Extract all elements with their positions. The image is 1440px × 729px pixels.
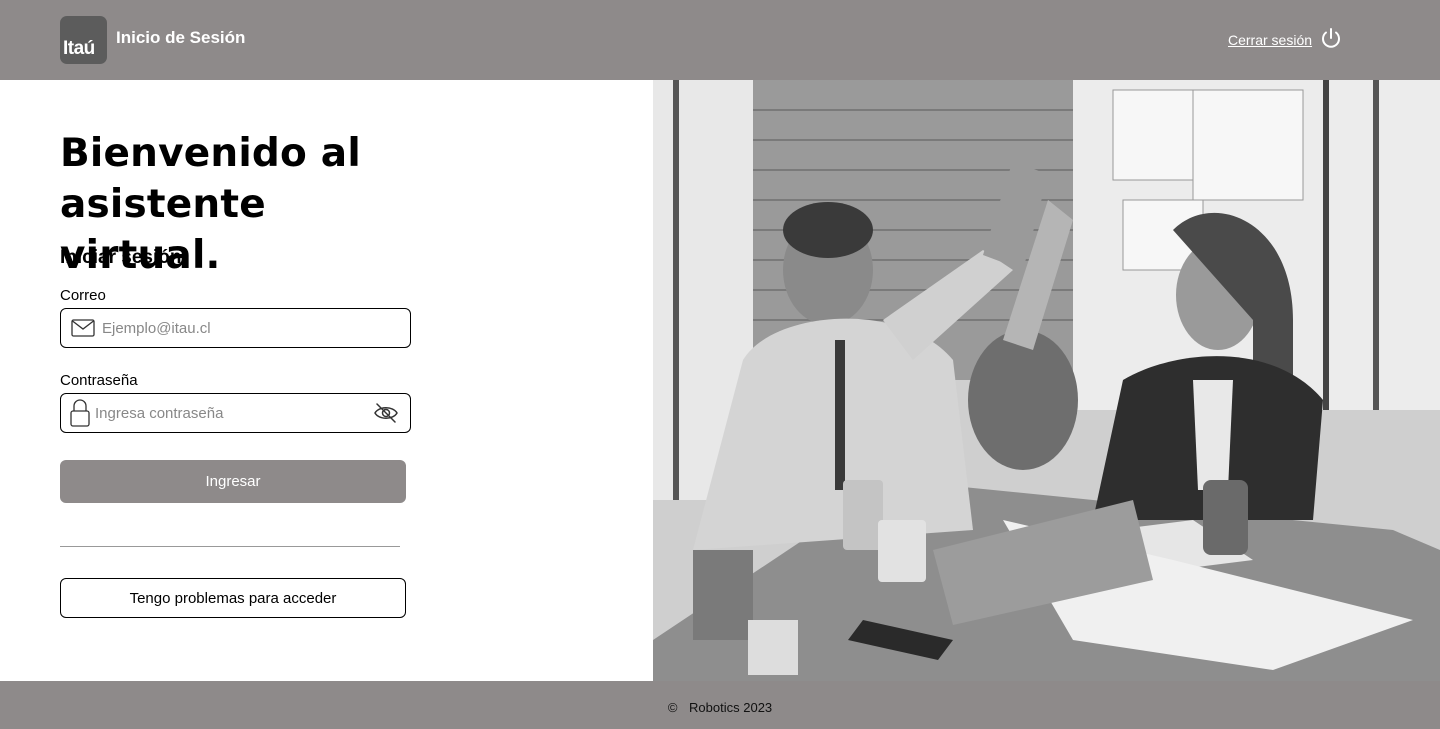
lock-icon: [70, 399, 90, 427]
access-help-button[interactable]: Tengo problemas para acceder: [60, 578, 406, 618]
password-input[interactable]: [95, 394, 367, 432]
password-label: Contraseña: [60, 372, 138, 389]
login-button[interactable]: Ingresar: [60, 460, 406, 503]
eye-off-icon[interactable]: [373, 402, 399, 424]
email-field[interactable]: [60, 308, 411, 348]
footer-label: Robotics 2023: [689, 700, 773, 715]
top-bar: Itaú Inicio de Sesión Cerrar sesión: [0, 0, 1440, 80]
logo-text: Itaú: [63, 38, 95, 59]
email-label: Correo: [60, 287, 106, 304]
login-heading: Iniciar sesión: [60, 247, 182, 268]
mail-icon: [71, 319, 95, 337]
hero-photo: [653, 80, 1440, 681]
email-input[interactable]: [102, 309, 402, 347]
itau-logo: Itaú: [60, 16, 107, 64]
logout-link[interactable]: Cerrar sesión: [1228, 32, 1312, 48]
divider: [60, 546, 400, 547]
office-high-five-image: [653, 80, 1440, 681]
password-field[interactable]: [60, 393, 411, 433]
power-icon[interactable]: [1319, 27, 1343, 51]
footer: © Robotics 2023: [0, 681, 1440, 729]
footer-text: © Robotics 2023: [0, 700, 1440, 715]
copyright-symbol: ©: [667, 700, 678, 715]
header-title: Inicio de Sesión: [116, 28, 246, 47]
